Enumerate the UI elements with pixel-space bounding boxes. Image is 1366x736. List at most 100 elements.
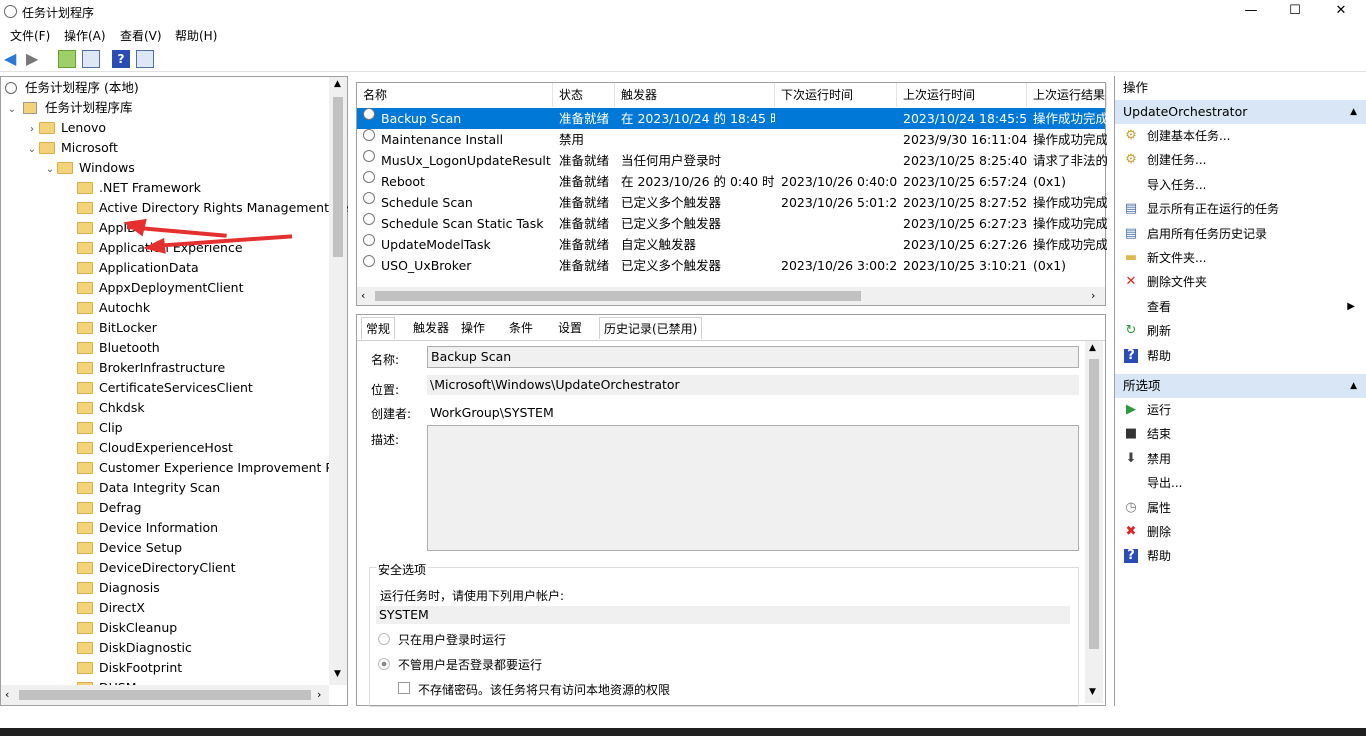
action-item[interactable]: ▶ 运行 xyxy=(1115,398,1365,422)
section-header-updateorchestrator[interactable]: UpdateOrchestrator ▲ xyxy=(1115,100,1366,124)
tree-horizontal-scrollbar[interactable]: ‹ › xyxy=(1,685,329,705)
tab-general[interactable]: 常规 xyxy=(361,317,396,339)
action-item[interactable]: ↻ 刷新 xyxy=(1115,319,1365,343)
tree-item[interactable]: BitLocker xyxy=(77,318,157,338)
scroll-left-icon[interactable]: ‹ xyxy=(361,289,365,302)
tree-item[interactable]: AppxDeploymentClient xyxy=(77,278,243,298)
tab-triggers[interactable]: 触发器 xyxy=(409,317,453,339)
tree-item[interactable]: Active Directory Rights Management Se xyxy=(77,198,349,218)
tree-item[interactable]: CertificateServicesClient xyxy=(77,378,253,398)
help-icon[interactable]: ? xyxy=(112,50,130,68)
tree-item[interactable]: DiskFootprint xyxy=(77,658,182,678)
up-folder-icon[interactable] xyxy=(58,50,76,68)
table-row[interactable]: MusUx_LogonUpdateResults 准备就绪 当任何用户登录时 2023… xyxy=(357,150,1107,171)
tree-item[interactable]: .NET Framework xyxy=(77,178,201,198)
tree-item[interactable]: Bluetooth xyxy=(77,338,160,358)
action-item[interactable]: 导出... xyxy=(1115,471,1365,495)
table-row[interactable]: USO_UxBroker 准备就绪 已定义多个触发器 2023/10/26 3:00:… xyxy=(357,255,1105,276)
scrollbar-thumb[interactable] xyxy=(1089,359,1099,649)
scroll-down-icon[interactable]: ▼ xyxy=(334,669,341,679)
action-item[interactable]: ■ 结束 xyxy=(1115,422,1365,446)
action-item[interactable]: 查看 ▶ xyxy=(1115,295,1365,319)
action-item[interactable]: ◷ 属性 xyxy=(1115,496,1365,520)
show-hide-tree-icon[interactable] xyxy=(82,50,100,68)
scroll-up-icon[interactable]: ▲ xyxy=(1089,343,1096,353)
action-item[interactable]: ⬇ 禁用 xyxy=(1115,447,1365,471)
table-row[interactable]: Schedule Scan Static Task 准备就绪 已定义多个触发器 202… xyxy=(357,213,1107,234)
tree-item[interactable]: Customer Experience Improvement Pro xyxy=(77,458,345,478)
column-header[interactable]: 触发器 xyxy=(615,83,775,107)
tree-item[interactable]: ⌄ Microsoft xyxy=(25,138,118,158)
menu-view[interactable]: 查看(V) xyxy=(120,27,162,44)
section-header-selected[interactable]: 所选项 ▲ xyxy=(1115,374,1366,398)
tree-item[interactable]: DiskCleanup xyxy=(77,618,177,638)
action-item[interactable]: ✖ 删除 xyxy=(1115,520,1365,544)
maximize-button[interactable]: ☐ xyxy=(1272,0,1318,24)
table-row[interactable]: Schedule Scan 准备就绪 已定义多个触发器 2023/10/26 5:01… xyxy=(357,192,1107,213)
scrollbar-thumb[interactable] xyxy=(333,97,343,257)
table-row[interactable]: Backup Scan 准备就绪在 2023/10/24 的 18:45 时 202… xyxy=(357,108,1107,129)
tree-item[interactable]: Defrag xyxy=(77,498,141,518)
tree-item[interactable]: CloudExperienceHost xyxy=(77,438,233,458)
chevron-down-icon[interactable]: ⌄ xyxy=(5,100,19,120)
description-field[interactable] xyxy=(427,425,1079,551)
tree-root[interactable]: 任务计划程序 (本地) xyxy=(5,78,139,98)
task-list-horizontal-scrollbar[interactable]: ‹ › xyxy=(357,287,1105,305)
tree-item[interactable]: Diagnosis xyxy=(77,578,160,598)
action-item[interactable]: 导入任务... xyxy=(1115,173,1365,197)
forward-icon[interactable]: ▶ xyxy=(26,50,44,68)
tree-item[interactable]: Data Integrity Scan xyxy=(77,478,220,498)
tree-item[interactable]: Device Information xyxy=(77,518,218,538)
action-item[interactable]: ▤ 显示所有正在运行的任务 xyxy=(1115,197,1365,221)
action-item[interactable]: ⚙ 创建基本任务... xyxy=(1115,124,1365,148)
collapse-up-icon[interactable]: ▲ xyxy=(1350,100,1357,124)
back-icon[interactable]: ◀ xyxy=(4,50,22,68)
tab-conditions[interactable]: 条件 xyxy=(505,317,537,339)
checkbox-do-not-store-password[interactable] xyxy=(398,682,410,694)
table-row[interactable]: Reboot 准备就绪在 2023/10/26 的 0:40 时 2023/10/2… xyxy=(357,171,1105,192)
action-item[interactable]: ? 帮助 xyxy=(1115,344,1365,368)
action-item[interactable]: ? 帮助 xyxy=(1115,544,1365,568)
tree-item[interactable]: Chkdsk xyxy=(77,398,145,418)
tab-history[interactable]: 历史记录(已禁用) xyxy=(599,317,703,339)
scrollbar-thumb[interactable] xyxy=(375,291,861,301)
tree-library[interactable]: ⌄ 任务计划程序库 xyxy=(5,98,133,118)
tree-item[interactable]: › Lenovo xyxy=(25,118,106,138)
chevron-down-icon[interactable]: ⌄ xyxy=(25,140,39,160)
scroll-right-icon[interactable]: › xyxy=(1091,289,1095,302)
tree-vertical-scrollbar[interactable]: ▲ ▼ xyxy=(329,77,347,685)
column-header[interactable]: 名称 xyxy=(357,83,553,107)
table-row[interactable]: UpdateModelTask 准备就绪 自定义触发器 2023/10/25 6:27… xyxy=(357,234,1107,255)
action-item[interactable]: ▤ 启用所有任务历史记录 xyxy=(1115,222,1365,246)
scrollbar-thumb[interactable] xyxy=(19,690,311,700)
tree-item[interactable]: ApplicationData xyxy=(77,258,199,278)
scroll-left-icon[interactable]: ‹ xyxy=(5,688,9,701)
table-row[interactable]: Maintenance Install 禁用 2023/9/30 16:11:04 操… xyxy=(357,129,1107,150)
tree-item[interactable]: DirectX xyxy=(77,598,145,618)
action-item[interactable]: ⚙ 创建任务... xyxy=(1115,148,1365,172)
radio-run-whether-logged-on[interactable] xyxy=(378,658,390,670)
close-button[interactable]: ✕ xyxy=(1318,0,1364,24)
column-header[interactable]: 状态 xyxy=(553,83,615,107)
show-hide-action-pane-icon[interactable] xyxy=(136,50,154,68)
collapse-up-icon[interactable]: ▲ xyxy=(1350,374,1357,398)
scroll-up-icon[interactable]: ▲ xyxy=(334,79,341,89)
tree-item[interactable]: Clip xyxy=(77,418,123,438)
tab-settings[interactable]: 设置 xyxy=(554,317,586,339)
name-field[interactable]: Backup Scan xyxy=(427,346,1079,368)
scroll-right-icon[interactable]: › xyxy=(317,688,321,701)
column-header[interactable]: 上次运行结果 xyxy=(1027,83,1107,107)
tree-item[interactable]: ⌄ Windows xyxy=(43,158,135,178)
scroll-down-icon[interactable]: ▼ xyxy=(1089,687,1096,697)
tree-item[interactable]: Device Setup xyxy=(77,538,182,558)
tree-item[interactable]: Autochk xyxy=(77,298,150,318)
tab-actions[interactable]: 操作 xyxy=(457,317,489,339)
column-header[interactable]: 上次运行时间 xyxy=(897,83,1027,107)
radio-run-when-logged-on[interactable] xyxy=(378,633,390,645)
menu-action[interactable]: 操作(A) xyxy=(64,27,106,44)
menu-file[interactable]: 文件(F) xyxy=(10,27,50,44)
column-header[interactable]: 下次运行时间 xyxy=(775,83,897,107)
tree-item[interactable]: BrokerInfrastructure xyxy=(77,358,225,378)
menu-help[interactable]: 帮助(H) xyxy=(175,27,217,44)
detail-vertical-scrollbar[interactable]: ▲ ▼ xyxy=(1085,341,1103,703)
